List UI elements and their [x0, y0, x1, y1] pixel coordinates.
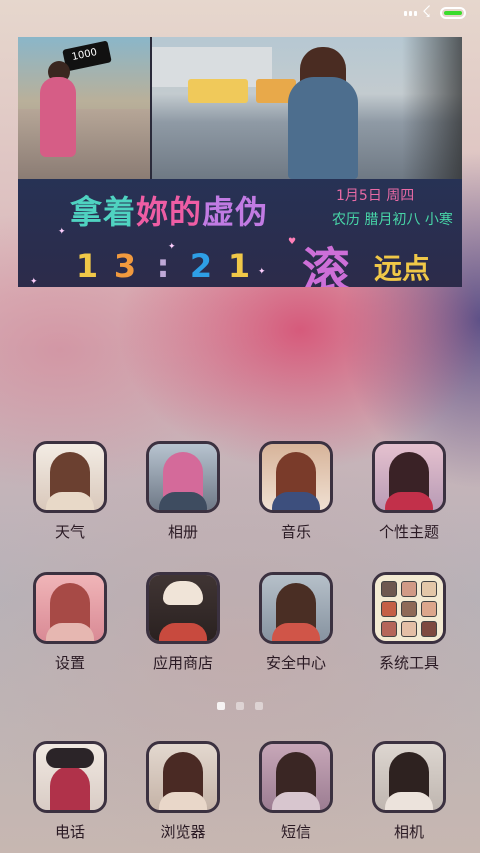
security-icon [259, 572, 333, 644]
dock-browser[interactable]: 浏览器 [133, 741, 233, 851]
app-settings[interactable]: 设置 [20, 572, 120, 682]
widget-date: 1月5日 周四 [336, 188, 415, 204]
app-label: 安全中心 [265, 654, 326, 672]
themes-icon [372, 441, 446, 513]
app-label: 短信 [280, 823, 311, 841]
phone-icon [33, 741, 107, 813]
clock-photo-widget[interactable]: 1000 ✦ ✦ ♥ ✦ ✦ 拿着妳的虚伪 1月5日 周四 农历 腊月初八 小寒… [18, 37, 462, 287]
battery-icon [440, 7, 466, 19]
app-weather[interactable]: 天气 [20, 441, 120, 551]
camera-icon [372, 741, 446, 813]
app-label: 个性主题 [378, 523, 439, 541]
weather-icon [33, 441, 107, 513]
page-dot-1[interactable] [217, 702, 225, 710]
dock-camera[interactable]: 相机 [359, 741, 459, 851]
settings-icon [33, 572, 107, 644]
status-bar: ☇ [0, 0, 480, 28]
app-store[interactable]: 应用商店 [133, 572, 233, 682]
widget-lunar-date: 农历 腊月初八 小寒 [332, 212, 453, 228]
app-music[interactable]: 音乐 [246, 441, 346, 551]
app-gallery[interactable]: 相册 [133, 441, 233, 551]
widget-photo-right [152, 37, 462, 179]
app-label: 应用商店 [152, 654, 213, 672]
widget-slogan-small: 远点 [374, 252, 431, 285]
app-label: 相册 [167, 523, 198, 541]
widget-clock: 13:21 [75, 247, 251, 285]
app-security[interactable]: 安全中心 [246, 572, 346, 682]
sign-text: 1000 [70, 46, 99, 64]
app-label: 音乐 [280, 523, 311, 541]
page-dot-3[interactable] [255, 702, 263, 710]
browser-icon [146, 741, 220, 813]
page-dot-2[interactable] [236, 702, 244, 710]
widget-slogan-big: 滚 [302, 243, 351, 287]
messages-icon [259, 741, 333, 813]
widget-headline: 拿着妳的虚伪 [70, 193, 269, 231]
app-label: 浏览器 [160, 823, 206, 841]
charging-icon: ☇ [422, 2, 432, 21]
app-themes[interactable]: 个性主题 [359, 441, 459, 551]
music-icon [259, 441, 333, 513]
tools-icon [372, 572, 446, 644]
dock-messages[interactable]: 短信 [246, 741, 346, 851]
app-label: 天气 [54, 523, 85, 541]
app-label: 设置 [54, 654, 85, 672]
app-tools[interactable]: 系统工具 [359, 572, 459, 682]
gallery-icon [146, 441, 220, 513]
dock-phone[interactable]: 电话 [20, 741, 120, 851]
app-store-icon [146, 572, 220, 644]
app-label: 系统工具 [378, 654, 439, 672]
app-label: 相机 [393, 823, 424, 841]
widget-photo-left: 1000 [18, 37, 150, 179]
app-label: 电话 [54, 823, 85, 841]
